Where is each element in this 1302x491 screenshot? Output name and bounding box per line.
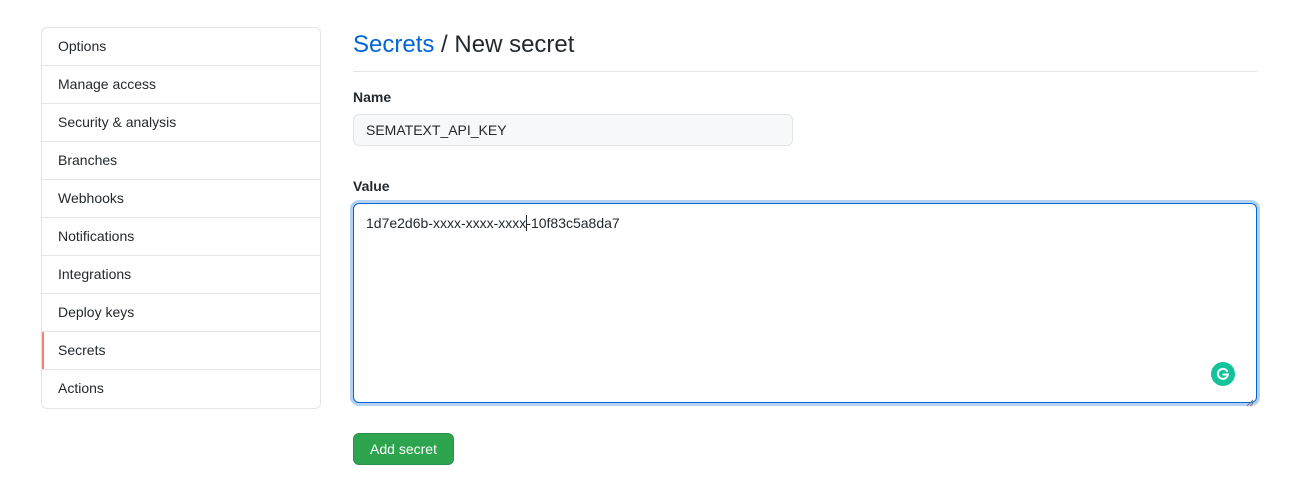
settings-page: Options Manage access Security & analysi… [0, 0, 1302, 491]
value-label: Value [353, 178, 390, 194]
secret-value-text-after-caret: -10f83c5a8da7 [526, 215, 620, 231]
sidebar-item-manage-access[interactable]: Manage access [42, 66, 320, 104]
secret-value-textarea[interactable]: 1d7e2d6b-xxxx-xxxx-xxxx-10f83c5a8da7 [353, 203, 1257, 407]
sidebar-item-secrets[interactable]: Secrets [42, 332, 320, 370]
resize-grip-icon[interactable] [1246, 392, 1254, 407]
settings-sidebar: Options Manage access Security & analysi… [41, 27, 321, 409]
breadcrumb-separator: / [434, 31, 455, 58]
sidebar-item-notifications[interactable]: Notifications [42, 218, 320, 256]
grammarly-icon[interactable] [1211, 362, 1235, 386]
sidebar-item-integrations[interactable]: Integrations [42, 256, 320, 294]
page-title: Secrets / New secret [353, 27, 1257, 72]
sidebar-item-security-analysis[interactable]: Security & analysis [42, 104, 320, 142]
breadcrumb-secrets-link[interactable]: Secrets [353, 31, 434, 58]
breadcrumb-current: New secret [454, 31, 575, 58]
sidebar-item-deploy-keys[interactable]: Deploy keys [42, 294, 320, 332]
sidebar-item-webhooks[interactable]: Webhooks [42, 180, 320, 218]
add-secret-button[interactable]: Add secret [353, 433, 454, 465]
sidebar-item-branches[interactable]: Branches [42, 142, 320, 180]
main-content: Secrets / New secret Name Value 1d7e2d6b… [353, 27, 1257, 465]
secret-value-text-before-caret: 1d7e2d6b-xxxx-xxxx-xxxx [366, 215, 527, 231]
sidebar-item-actions[interactable]: Actions [42, 370, 320, 408]
sidebar-item-options[interactable]: Options [42, 28, 320, 66]
secret-name-input[interactable] [353, 114, 793, 146]
name-label: Name [353, 89, 392, 105]
